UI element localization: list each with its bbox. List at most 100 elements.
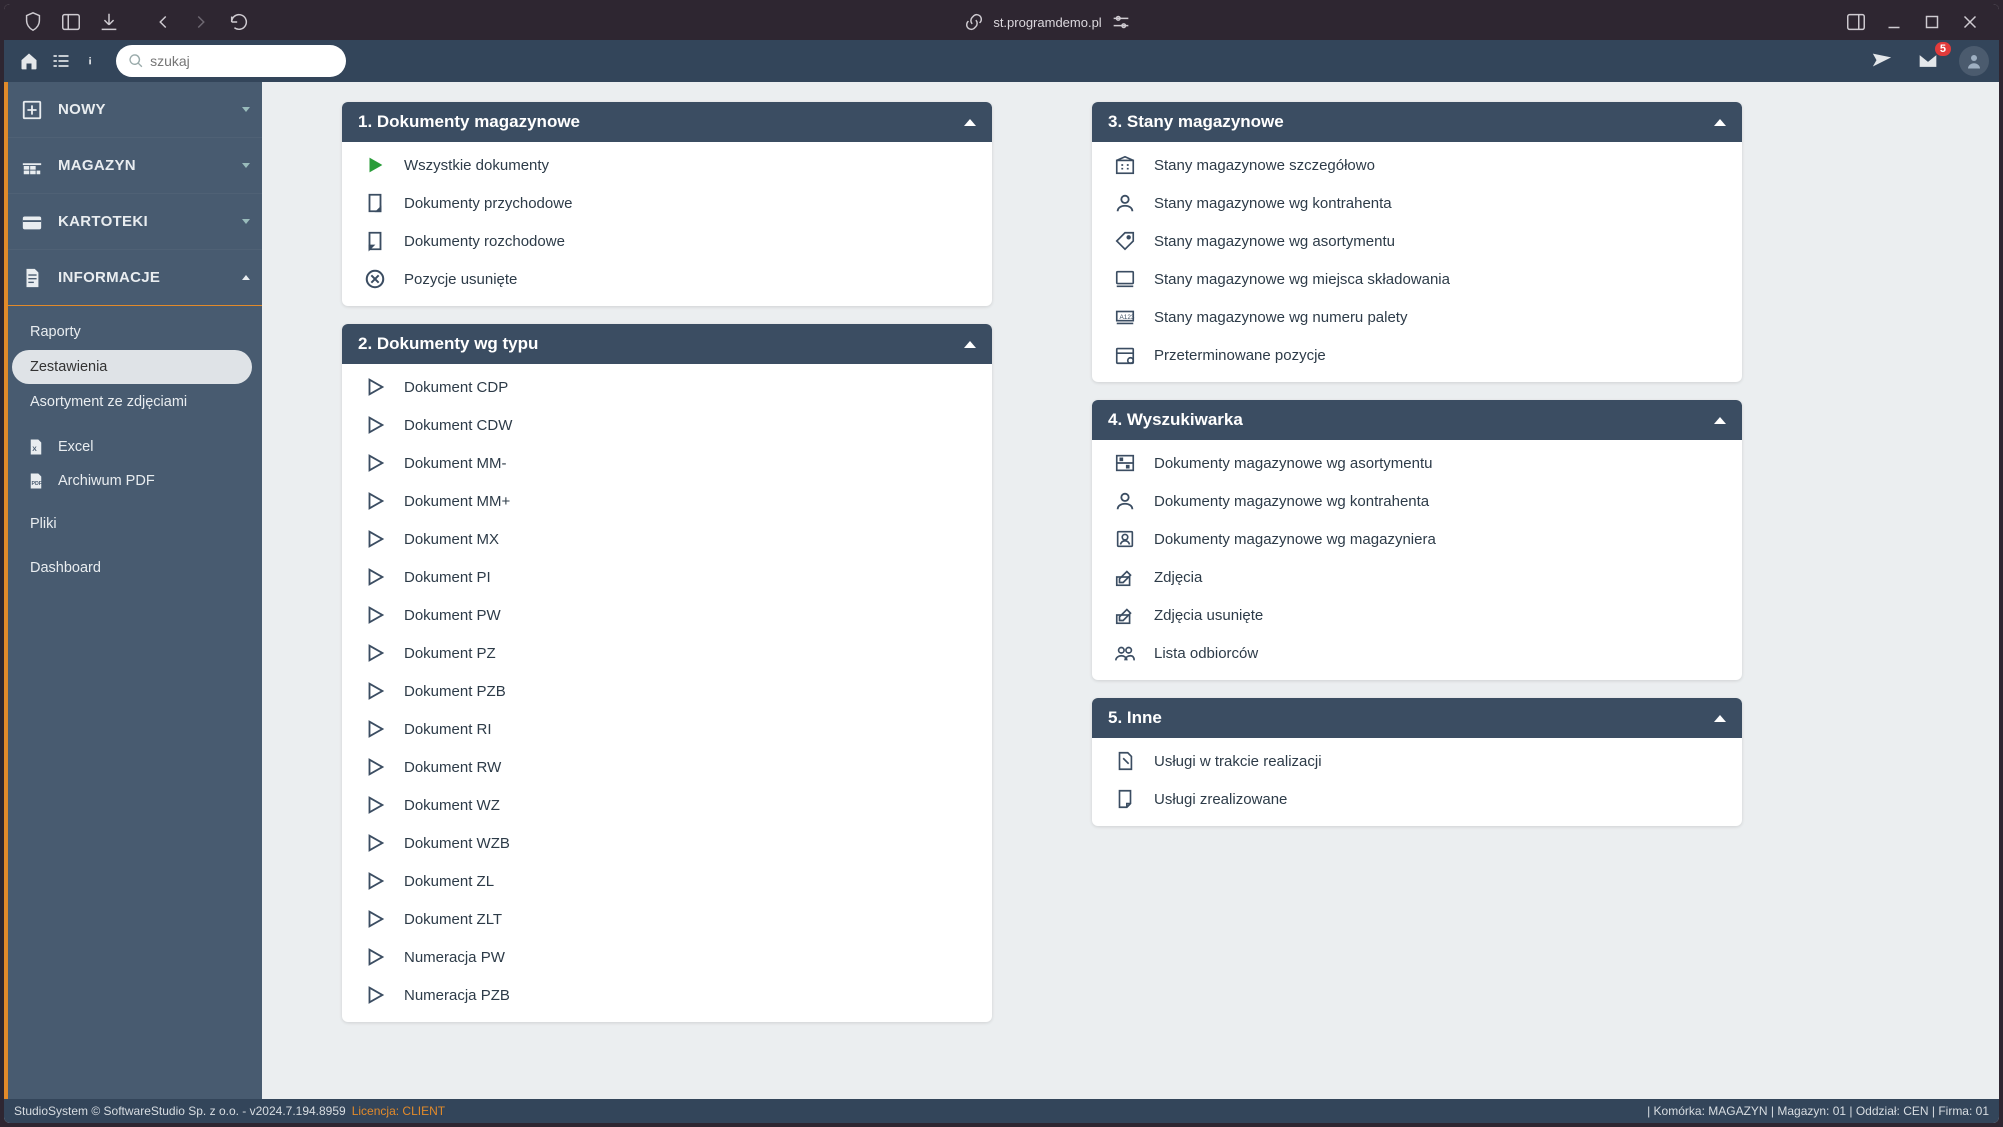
sidebar-sub-pliki[interactable]: Pliki xyxy=(12,507,252,541)
settings-slider-icon[interactable] xyxy=(1110,11,1132,33)
list-item[interactable]: Dokument CDP xyxy=(342,368,992,406)
list-item[interactable]: Dokument PZB xyxy=(342,672,992,710)
list-item[interactable]: Stany magazynowe wg asortymentu xyxy=(1092,222,1742,260)
list-item[interactable]: Dokumenty rozchodowe xyxy=(342,222,992,260)
edit-icon xyxy=(1112,564,1138,590)
list-item[interactable]: Dokument PI xyxy=(342,558,992,596)
sidebar-item-kartoteki[interactable]: KARTOTEKI xyxy=(8,194,262,250)
list-item[interactable]: Numeracja PZB xyxy=(342,976,992,1014)
list-item-label: Dokument WZB xyxy=(404,835,510,852)
list-icon[interactable] xyxy=(46,46,76,76)
list-item[interactable]: Dokumenty magazynowe wg magazyniera xyxy=(1092,520,1742,558)
list-item[interactable]: Dokumenty magazynowe wg asortymentu xyxy=(1092,444,1742,482)
cards-icon xyxy=(20,210,44,234)
list-item[interactable]: Stany magazynowe wg miejsca składowania xyxy=(1092,260,1742,298)
list-item[interactable]: Usługi zrealizowane xyxy=(1092,780,1742,818)
split-view-icon[interactable] xyxy=(1845,11,1867,33)
panel-header[interactable]: 2. Dokumenty wg typu xyxy=(342,324,992,364)
sidebar-toggle-icon[interactable] xyxy=(60,11,82,33)
plus-box-icon xyxy=(20,98,44,122)
list-item[interactable]: Stany magazynowe wg kontrahenta xyxy=(1092,184,1742,222)
badge-icon xyxy=(1112,526,1138,552)
person-icon xyxy=(1112,190,1138,216)
list-item[interactable]: Pozycje usunięte xyxy=(342,260,992,298)
list-item[interactable]: Numeracja PW xyxy=(342,938,992,976)
panel-header[interactable]: 4. Wyszukiwarka xyxy=(1092,400,1742,440)
home-icon[interactable] xyxy=(14,46,44,76)
pdf-icon: PDF xyxy=(26,471,46,491)
list-item[interactable]: Dokument CDW xyxy=(342,406,992,444)
collapse-icon[interactable] xyxy=(964,341,976,348)
panel-title: 5. Inne xyxy=(1108,708,1162,728)
person-icon xyxy=(1965,52,1983,70)
collapse-icon[interactable] xyxy=(1714,119,1726,126)
list-item[interactable]: Zdjęcia xyxy=(1092,558,1742,596)
mail-button[interactable]: 5 xyxy=(1913,46,1943,76)
sidebar-item-informacje[interactable]: INFORMACJE xyxy=(8,250,262,306)
close-window-icon[interactable] xyxy=(1959,11,1981,33)
panel-title: 1. Dokumenty magazynowe xyxy=(358,112,580,132)
list-item[interactable]: Lista odbiorców xyxy=(1092,634,1742,672)
minimize-icon[interactable] xyxy=(1883,11,1905,33)
search-input[interactable] xyxy=(150,53,334,69)
list-item[interactable]: Zdjęcia usunięte xyxy=(1092,596,1742,634)
list-item-label: Dokument PW xyxy=(404,607,501,624)
url-text[interactable]: st.programdemo.pl xyxy=(993,15,1101,30)
list-item[interactable]: Dokument MM- xyxy=(342,444,992,482)
list-item-label: Stany magazynowe wg miejsca składowania xyxy=(1154,271,1450,288)
sidebar-submenu: Raporty Zestawienia Asortyment ze zdjęci… xyxy=(8,306,262,594)
list-item[interactable]: Dokument WZB xyxy=(342,824,992,862)
list-item-label: Dokument PI xyxy=(404,569,491,586)
collapse-icon[interactable] xyxy=(1714,417,1726,424)
list-item[interactable]: A123Stany magazynowe wg numeru palety xyxy=(1092,298,1742,336)
panel-wyszukiwarka: 4. Wyszukiwarka Dokumenty magazynowe wg … xyxy=(1092,400,1742,680)
sidebar-item-magazyn[interactable]: MAGAZYN xyxy=(8,138,262,194)
download-icon[interactable] xyxy=(98,11,120,33)
list-item-label: Dokument RI xyxy=(404,721,492,738)
list-item[interactable]: Dokument RI xyxy=(342,710,992,748)
list-item[interactable]: Dokument RW xyxy=(342,748,992,786)
sidebar-sub-excel[interactable]: X Excel xyxy=(8,430,262,464)
reload-icon[interactable] xyxy=(228,11,250,33)
list-item[interactable]: Dokument ZL xyxy=(342,862,992,900)
panel-header[interactable]: 1. Dokumenty magazynowe xyxy=(342,102,992,142)
list-item[interactable]: Dokument PW xyxy=(342,596,992,634)
collapse-icon[interactable] xyxy=(1714,715,1726,722)
sidebar-sub-raporty[interactable]: Raporty xyxy=(12,315,252,349)
list-item[interactable]: Dokument ZLT xyxy=(342,900,992,938)
panel-dokumenty-wg-typu: 2. Dokumenty wg typu Dokument CDPDokumen… xyxy=(342,324,992,1022)
sidebar-sub-archiwum[interactable]: PDF Archiwum PDF xyxy=(8,464,262,498)
list-item[interactable]: Usługi w trakcie realizacji xyxy=(1092,742,1742,780)
send-icon[interactable] xyxy=(1867,46,1897,76)
sidebar-item-nowy[interactable]: NOWY xyxy=(8,82,262,138)
excel-icon: X xyxy=(26,437,46,457)
list-item[interactable]: Wszystkie dokumenty xyxy=(342,146,992,184)
sidebar-sub-zestawienia[interactable]: Zestawienia xyxy=(12,350,252,384)
pallet-icon: A123 xyxy=(1112,304,1138,330)
maximize-icon[interactable] xyxy=(1921,11,1943,33)
list-item[interactable]: Przeterminowane pozycje xyxy=(1092,336,1742,374)
user-avatar[interactable] xyxy=(1959,46,1989,76)
list-item[interactable]: Stany magazynowe szczegółowo xyxy=(1092,146,1742,184)
chevron-up-icon xyxy=(242,275,250,280)
play-outline-icon xyxy=(362,716,388,742)
panel-header[interactable]: 3. Stany magazynowe xyxy=(1092,102,1742,142)
play-outline-icon xyxy=(362,602,388,628)
forward-icon[interactable] xyxy=(190,11,212,33)
list-item-label: Numeracja PZB xyxy=(404,987,510,1004)
list-item[interactable]: Dokument MM+ xyxy=(342,482,992,520)
list-item[interactable]: Dokument PZ xyxy=(342,634,992,672)
list-item[interactable]: Dokument WZ xyxy=(342,786,992,824)
panel-header[interactable]: 5. Inne xyxy=(1092,698,1742,738)
list-item[interactable]: Dokument MX xyxy=(342,520,992,558)
back-icon[interactable] xyxy=(152,11,174,33)
sidebar-sub-dashboard[interactable]: Dashboard xyxy=(12,551,252,585)
collapse-icon[interactable] xyxy=(964,119,976,126)
sidebar-sub-asortyment[interactable]: Asortyment ze zdjęciami xyxy=(12,385,252,419)
info-icon[interactable] xyxy=(78,46,108,76)
list-item[interactable]: Dokumenty magazynowe wg kontrahenta xyxy=(1092,482,1742,520)
shield-icon[interactable] xyxy=(22,11,44,33)
list-item[interactable]: Dokumenty przychodowe xyxy=(342,184,992,222)
search-box[interactable] xyxy=(116,45,346,77)
doc-edit-icon xyxy=(1112,748,1138,774)
